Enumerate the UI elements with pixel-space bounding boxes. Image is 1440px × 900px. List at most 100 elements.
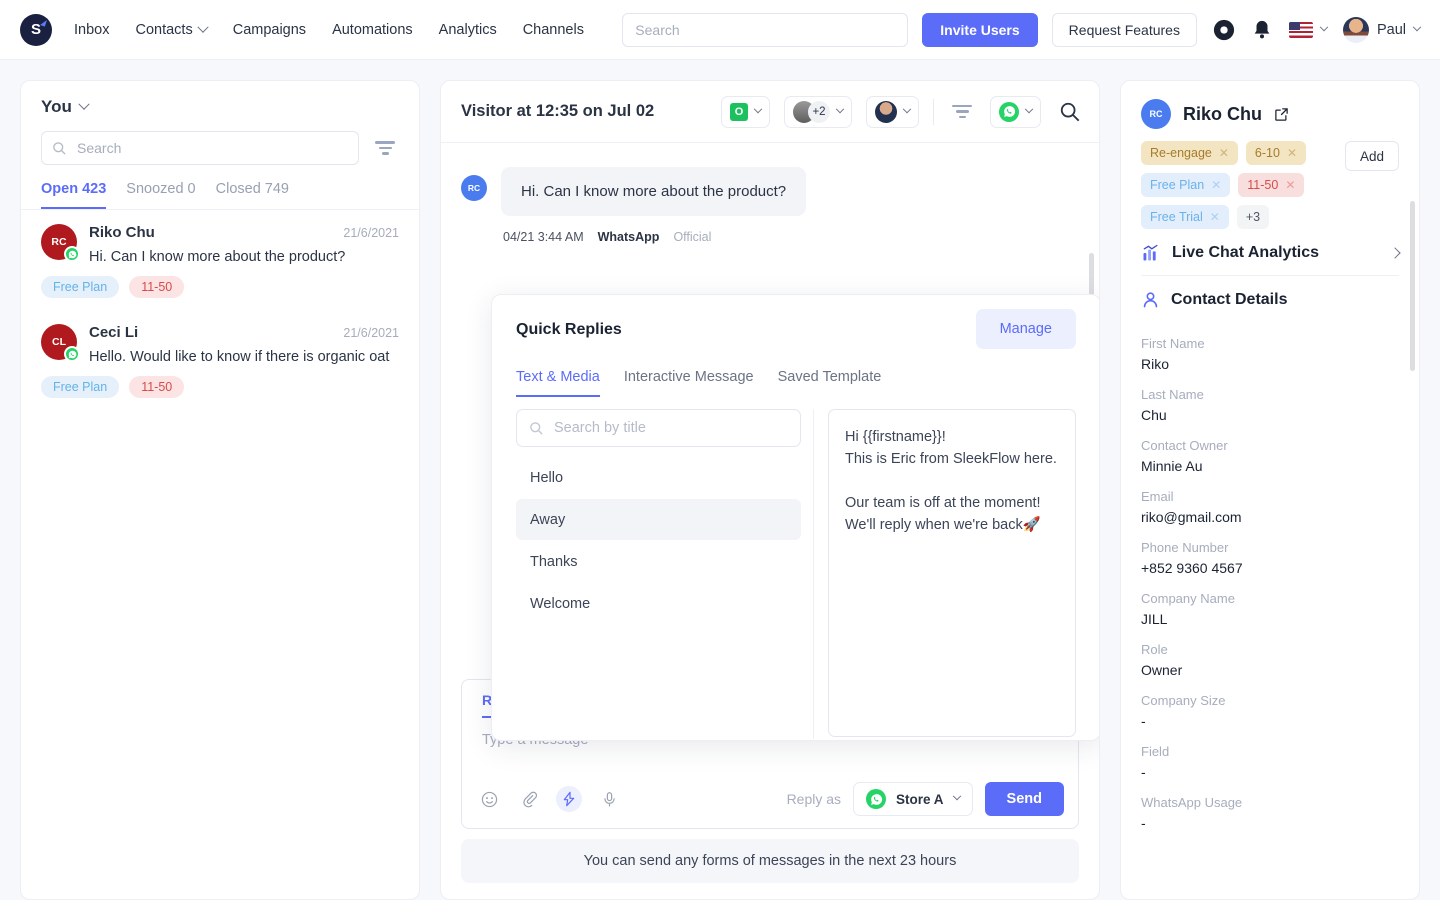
channel-dropdown[interactable] — [990, 95, 1041, 128]
avatar-initials: RC — [1141, 99, 1171, 129]
tag-free-trial[interactable]: Free Trial ✕ — [1141, 205, 1229, 229]
search-icon[interactable] — [1059, 101, 1081, 123]
chevron-down-icon — [753, 104, 763, 113]
collaborators-dropdown[interactable]: +2 — [784, 95, 852, 128]
quick-replies-body: Search by title Hello Away Thanks Welcom… — [516, 409, 1076, 739]
contact-panel-scrollbar[interactable] — [1410, 201, 1415, 371]
field-value[interactable]: JILL — [1141, 611, 1399, 627]
tab-interactive-message[interactable]: Interactive Message — [624, 369, 754, 397]
nav-item-contacts[interactable]: Contacts — [135, 21, 209, 38]
conversation-item-name-row: Riko Chu 21/6/2021 — [89, 224, 399, 241]
language-selector[interactable] — [1288, 21, 1329, 38]
conversation-list-header: You Search — [21, 81, 419, 165]
user-menu[interactable]: Paul — [1342, 16, 1422, 43]
tag-re-engage[interactable]: Re-engage ✕ — [1141, 141, 1238, 165]
conversation-preview: Hello. Would like to know if there is or… — [89, 349, 390, 365]
tab-open[interactable]: Open 423 — [41, 181, 107, 209]
quick-reply-item-hello[interactable]: Hello — [516, 457, 801, 498]
add-tag-button[interactable]: Add — [1344, 141, 1399, 171]
nav-item-inbox[interactable]: Inbox — [74, 22, 109, 38]
conversation-search-placeholder: Search — [77, 140, 122, 156]
conversation-list-item[interactable]: CL Ceci Li 21/6/2021 Hello. Would like t… — [21, 310, 419, 410]
tag-overflow-count[interactable]: +3 — [1236, 205, 1270, 229]
conversation-item-name-row: Ceci Li 21/6/2021 — [89, 324, 399, 341]
quick-replies-header: Quick Replies Manage — [516, 309, 1076, 349]
app-logo[interactable]: S — [20, 13, 52, 46]
tag-label: 11-50 — [1247, 178, 1279, 192]
nav-item-automations[interactable]: Automations — [332, 22, 413, 38]
conversation-list-item[interactable]: RC Riko Chu 21/6/2021 Hi. Can I know mor… — [21, 210, 419, 310]
session-window-notice: You can send any forms of messages in th… — [461, 839, 1079, 883]
field-value[interactable]: Owner — [1141, 662, 1399, 678]
field-email: Email riko@gmail.com — [1141, 489, 1399, 525]
field-value[interactable]: Riko — [1141, 356, 1399, 372]
tag-11-50[interactable]: 11-50 ✕ — [1238, 173, 1305, 197]
field-value[interactable]: - — [1141, 713, 1399, 729]
field-last-name: Last Name Chu — [1141, 387, 1399, 423]
filter-icon[interactable] — [371, 137, 399, 159]
quick-replies-search-placeholder: Search by title — [554, 420, 646, 436]
tag-free-plan[interactable]: Free Plan ✕ — [1141, 173, 1231, 197]
tag-label: Re-engage — [1150, 146, 1212, 160]
bell-icon[interactable] — [1251, 19, 1273, 41]
message-meta: 04/21 3:44 AM WhatsApp Official — [503, 230, 1079, 244]
field-value[interactable]: riko@gmail.com — [1141, 509, 1399, 525]
send-button[interactable]: Send — [984, 782, 1064, 816]
tab-snoozed[interactable]: Snoozed 0 — [126, 181, 195, 209]
attachment-icon[interactable] — [516, 786, 542, 812]
field-value[interactable]: +852 9360 4567 — [1141, 560, 1399, 576]
invite-users-button[interactable]: Invite Users — [922, 12, 1038, 47]
global-search-input[interactable]: Search — [622, 12, 909, 47]
assignee-dropdown[interactable] — [866, 95, 919, 128]
field-label: Phone Number — [1141, 540, 1229, 555]
filter-icon[interactable] — [948, 101, 976, 123]
field-value[interactable]: Chu — [1141, 407, 1399, 423]
field-value[interactable]: - — [1141, 815, 1399, 831]
emoji-icon[interactable] — [476, 786, 502, 812]
quick-reply-preview-text[interactable]: Hi {{firstname}}! This is Eric from Slee… — [828, 409, 1076, 737]
nav-item-channels[interactable]: Channels — [523, 22, 584, 38]
quick-reply-item-away[interactable]: Away — [516, 499, 801, 540]
inbox-owner-selector[interactable]: You — [41, 97, 399, 117]
conversation-chips: Free Plan 11-50 — [41, 276, 399, 298]
close-icon[interactable]: ✕ — [1210, 210, 1220, 224]
close-icon[interactable]: ✕ — [1211, 178, 1221, 192]
tab-text-and-media[interactable]: Text & Media — [516, 369, 600, 397]
request-features-button[interactable]: Request Features — [1051, 12, 1197, 47]
tab-saved-template[interactable]: Saved Template — [778, 369, 882, 397]
field-value[interactable]: - — [1141, 764, 1399, 780]
conversation-search-input[interactable]: Search — [41, 131, 359, 165]
app-logo-letter: S — [30, 21, 41, 38]
nav-item-analytics[interactable]: Analytics — [439, 22, 497, 38]
quick-reply-item-welcome[interactable]: Welcome — [516, 583, 801, 624]
chevron-down-icon — [1319, 22, 1329, 31]
nav-item-campaigns[interactable]: Campaigns — [233, 22, 306, 38]
composer-toolbar: Reply as Store A Send — [462, 782, 1078, 828]
field-label: WhatsApp Usage — [1141, 795, 1243, 810]
gear-icon[interactable] — [1213, 19, 1235, 41]
quick-reply-item-thanks[interactable]: Thanks — [516, 541, 801, 582]
message-item: RC Hi. Can I know more about the product… — [461, 167, 1079, 216]
external-link-icon[interactable] — [1274, 107, 1289, 122]
tab-closed[interactable]: Closed 749 — [216, 181, 289, 209]
tag-6-10[interactable]: 6-10 ✕ — [1245, 141, 1307, 165]
reply-channel-dropdown[interactable]: Store A — [853, 782, 973, 816]
close-icon[interactable]: ✕ — [1285, 178, 1295, 192]
contact-details-row[interactable]: Contact Details — [1141, 276, 1399, 321]
tag-label: Free Trial — [1150, 210, 1203, 224]
manage-quick-replies-button[interactable]: Manage — [975, 309, 1076, 349]
status-badge-dropdown[interactable]: O — [721, 95, 770, 128]
lightning-icon[interactable] — [556, 786, 582, 812]
field-value[interactable]: Minnie Au — [1141, 458, 1399, 474]
conversation-list-panel: You Search Open 423 Snoozed 0 Closed 749… — [20, 80, 420, 900]
close-icon[interactable]: ✕ — [1219, 146, 1229, 160]
live-chat-analytics-row[interactable]: Live Chat Analytics — [1141, 229, 1401, 275]
search-icon — [530, 421, 543, 435]
nav-label-campaigns: Campaigns — [232, 21, 307, 38]
close-icon[interactable]: ✕ — [1287, 146, 1297, 160]
microphone-icon[interactable] — [596, 786, 622, 812]
quick-replies-search-input[interactable]: Search by title — [516, 409, 801, 447]
field-label: First Name — [1141, 336, 1205, 351]
reply-as-label: Reply as — [786, 791, 842, 807]
us-flag-icon — [1288, 21, 1313, 38]
